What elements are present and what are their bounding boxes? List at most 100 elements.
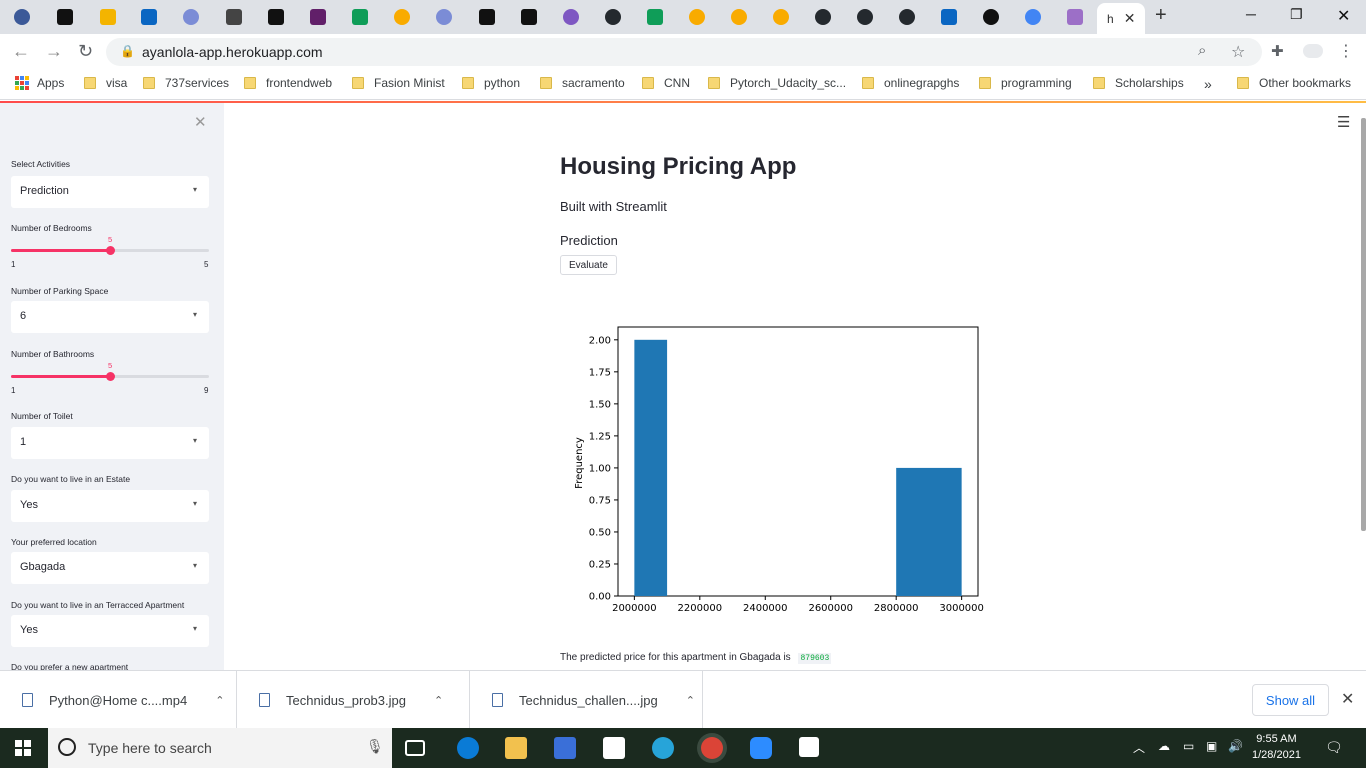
chevron-up-icon[interactable]: ⌃: [215, 694, 224, 707]
file-explorer-icon[interactable]: [505, 737, 527, 759]
bedrooms-slider-thumb[interactable]: [106, 246, 115, 255]
zoom-icon[interactable]: ⌕: [1198, 42, 1206, 59]
tab[interactable]: [183, 4, 199, 30]
toilet-select[interactable]: 1 ▾: [11, 427, 209, 459]
zoom-app-icon[interactable]: [750, 737, 772, 759]
bookmark-folder[interactable]: Pytorch_Udacity_sc...: [708, 76, 846, 90]
edge-icon[interactable]: [652, 737, 674, 759]
edge-legacy-icon[interactable]: [457, 737, 479, 759]
tab[interactable]: [436, 4, 452, 30]
tab[interactable]: [141, 4, 157, 30]
new-tab-button[interactable]: +: [1155, 4, 1167, 27]
tab[interactable]: [57, 4, 73, 30]
download-item[interactable]: Technidus_prob3.jpg ⌃: [237, 671, 470, 729]
close-tab-icon[interactable]: ✕: [1124, 10, 1136, 27]
tab[interactable]: [268, 4, 284, 30]
download-item[interactable]: Python@Home c....mp4 ⌃: [0, 671, 237, 729]
folder-icon: [979, 77, 991, 89]
bookmark-label: onlinegrapghs: [884, 76, 960, 90]
chrome-icon[interactable]: [701, 737, 723, 759]
tab[interactable]: [731, 4, 747, 30]
tab[interactable]: [521, 4, 537, 30]
close-sidebar-icon[interactable]: ✕: [194, 113, 207, 131]
bookmark-folder[interactable]: sacramento: [540, 76, 625, 90]
sticky-notes-icon[interactable]: [799, 737, 819, 757]
restore-icon[interactable]: ❐: [1290, 6, 1303, 23]
close-window-icon[interactable]: ✕: [1337, 6, 1350, 26]
tab[interactable]: [352, 4, 368, 30]
clock[interactable]: 9:55 AM 1/28/2021: [1252, 731, 1301, 763]
tab[interactable]: [773, 4, 789, 30]
evaluate-button[interactable]: Evaluate: [560, 255, 617, 275]
network-icon[interactable]: ▣: [1206, 739, 1217, 753]
activity-select[interactable]: Prediction ▾: [11, 176, 209, 208]
tab[interactable]: [857, 4, 873, 30]
tab[interactable]: [941, 4, 957, 30]
tab[interactable]: [226, 4, 242, 30]
parking-select[interactable]: 6 ▾: [11, 301, 209, 333]
bookmark-folder[interactable]: onlinegrapghs: [862, 76, 959, 90]
extensions-icon[interactable]: ✚: [1271, 42, 1284, 60]
profile-avatar[interactable]: [1303, 44, 1323, 58]
minimize-icon[interactable]: ─: [1246, 6, 1256, 22]
estate-select[interactable]: Yes ▾: [11, 490, 209, 522]
bookmark-folder[interactable]: Scholarships: [1093, 76, 1184, 90]
tab[interactable]: [100, 4, 116, 30]
parking-value: 6: [20, 310, 27, 322]
taskbar-search[interactable]: Type here to search 🎙: [48, 728, 392, 768]
tab[interactable]: [647, 4, 663, 30]
scrollbar[interactable]: [1361, 118, 1366, 531]
bookmarks-overflow-button[interactable]: »: [1204, 76, 1212, 92]
address-bar[interactable]: 🔒 ayanlola-app.herokuapp.com ⌕ ☆: [106, 38, 1262, 66]
chevron-up-icon[interactable]: ⌃: [686, 694, 695, 707]
tab[interactable]: [14, 4, 30, 30]
chevron-up-icon[interactable]: ⌃: [434, 694, 443, 707]
bookmark-label: Pytorch_Udacity_sc...: [730, 76, 847, 90]
tab[interactable]: [1067, 4, 1083, 30]
volume-icon[interactable]: 🔊: [1228, 739, 1243, 753]
bookmark-folder[interactable]: visa: [84, 76, 127, 90]
download-item[interactable]: Technidus_challen....jpg ⌃: [470, 671, 703, 729]
tab[interactable]: [479, 4, 495, 30]
tab[interactable]: [815, 4, 831, 30]
location-select[interactable]: Gbagada ▾: [11, 552, 209, 584]
tab[interactable]: [394, 4, 410, 30]
terraced-select[interactable]: Yes ▾: [11, 615, 209, 647]
tab[interactable]: [899, 4, 915, 30]
tab[interactable]: [605, 4, 621, 30]
bookmark-folder[interactable]: CNN: [642, 76, 690, 90]
menu-dots-icon[interactable]: ⋮: [1338, 41, 1354, 61]
show-all-button[interactable]: Show all: [1252, 684, 1329, 716]
tab[interactable]: [1025, 4, 1041, 30]
bathrooms-slider-thumb[interactable]: [106, 372, 115, 381]
tab[interactable]: [983, 4, 999, 30]
bookmark-folder[interactable]: Fasion Minist: [352, 76, 445, 90]
bookmark-folder[interactable]: Other bookmarks: [1237, 76, 1351, 90]
microphone-icon[interactable]: 🎙: [366, 738, 384, 755]
reload-icon[interactable]: ↻: [78, 41, 93, 62]
task-view-icon[interactable]: [405, 740, 425, 756]
windows-start-icon[interactable]: [15, 740, 31, 756]
bookmark-apps[interactable]: Apps: [15, 76, 64, 90]
notifications-icon[interactable]: 🗨: [1325, 739, 1343, 756]
power-icon[interactable]: ▭: [1183, 739, 1194, 753]
bookmark-folder[interactable]: frontendweb: [244, 76, 332, 90]
close-downloads-icon[interactable]: ✕: [1341, 689, 1354, 709]
tab[interactable]: [563, 4, 579, 30]
bookmark-folder[interactable]: 737services: [143, 76, 229, 90]
bookmark-folder[interactable]: programming: [979, 76, 1072, 90]
store-icon[interactable]: [554, 737, 576, 759]
tab[interactable]: [689, 4, 705, 30]
onedrive-icon[interactable]: ☁: [1158, 739, 1170, 753]
hamburger-menu-icon[interactable]: ☰: [1337, 113, 1350, 131]
forward-arrow-icon[interactable]: →: [45, 41, 63, 62]
back-arrow-icon[interactable]: ←: [12, 41, 30, 62]
bookmark-folder[interactable]: python: [462, 76, 520, 90]
mail-icon[interactable]: [603, 737, 625, 759]
tray-expand-icon[interactable]: ︿: [1133, 739, 1145, 756]
active-tab[interactable]: h ✕: [1097, 3, 1145, 34]
tab[interactable]: [310, 4, 326, 30]
bathrooms-slider[interactable]: 5: [11, 361, 209, 381]
bedrooms-slider[interactable]: 5: [11, 235, 209, 255]
bookmark-star-icon[interactable]: ☆: [1231, 42, 1245, 62]
